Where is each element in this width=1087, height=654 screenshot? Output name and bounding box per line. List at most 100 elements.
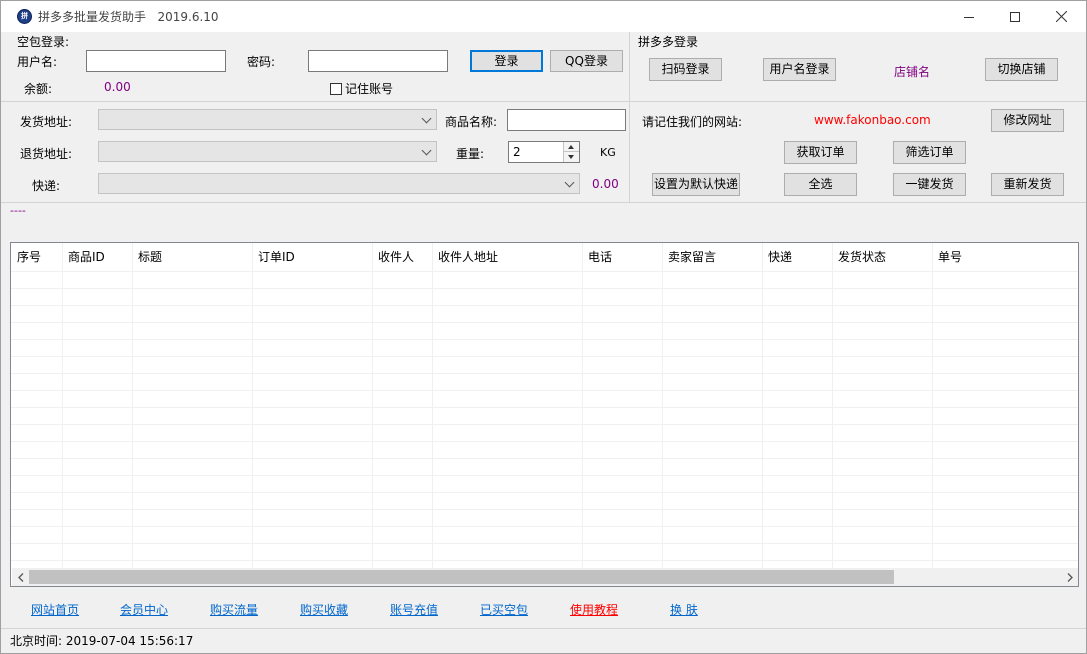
- column-divider: [832, 243, 833, 569]
- title-bar: 拼 拼多多批量发货助手 2019.6.10: [1, 1, 1086, 32]
- horizontal-scrollbar[interactable]: [12, 568, 1078, 586]
- minimize-button[interactable]: [946, 1, 992, 32]
- scroll-thumb[interactable]: [29, 570, 894, 584]
- qq-login-button[interactable]: QQ登录: [550, 50, 623, 72]
- column-divider: [662, 243, 663, 569]
- login-section-label: 空包登录:: [17, 35, 70, 49]
- column-divider: [372, 243, 373, 569]
- column-header-tracking-no[interactable]: 单号: [932, 243, 962, 271]
- column-divider: [932, 243, 933, 569]
- section-divider-vertical: [629, 32, 630, 202]
- username-input[interactable]: [86, 50, 226, 72]
- chevron-right-icon: [1067, 572, 1073, 582]
- row-divider: [11, 509, 1078, 510]
- weight-stepper[interactable]: 2: [508, 141, 580, 163]
- column-header-ship-status[interactable]: 发货状态: [832, 243, 886, 271]
- beijing-time: 北京时间: 2019-07-04 15:56:17: [10, 632, 193, 649]
- spin-up-button[interactable]: [564, 142, 579, 152]
- username-login-button[interactable]: 用户名登录: [763, 58, 836, 81]
- time-value: 2019-07-04 15:56:17: [65, 634, 194, 648]
- tutorial-link[interactable]: 使用教程: [570, 601, 618, 618]
- row-divider: [11, 322, 1078, 323]
- weight-label: 重量:: [456, 147, 485, 161]
- buy-traffic-link[interactable]: 购买流量: [210, 601, 258, 618]
- column-header-seller-note[interactable]: 卖家留言: [662, 243, 716, 271]
- triangle-down-icon: [568, 155, 574, 159]
- express-label: 快递:: [32, 179, 61, 193]
- return-address-select[interactable]: [98, 141, 437, 162]
- row-divider: [11, 373, 1078, 374]
- chevron-left-icon: [17, 572, 23, 582]
- modify-url-button[interactable]: 修改网址: [991, 109, 1064, 132]
- row-divider: [11, 407, 1078, 408]
- skin-link[interactable]: 换 肤: [670, 601, 698, 618]
- set-default-express-button[interactable]: 设置为默认快递: [652, 173, 740, 196]
- row-divider: [11, 543, 1078, 544]
- column-header-address[interactable]: 收件人地址: [432, 243, 498, 271]
- one-click-ship-button[interactable]: 一键发货: [893, 173, 966, 196]
- app-window: 拼 拼多多批量发货助手 2019.6.10 空包登录: 用户名: 密码: 登录 …: [0, 0, 1087, 654]
- home-link[interactable]: 网站首页: [31, 601, 79, 618]
- login-button[interactable]: 登录: [470, 50, 543, 72]
- row-divider: [11, 305, 1078, 306]
- status-bar: 北京时间: 2019-07-04 15:56:17: [1, 628, 1086, 653]
- scan-login-button[interactable]: 扫码登录: [649, 58, 722, 81]
- column-divider: [252, 243, 253, 569]
- return-address-label: 退货地址:: [20, 147, 73, 161]
- section-divider-horizontal: [1, 101, 1086, 102]
- row-divider: [11, 390, 1078, 391]
- password-input[interactable]: [308, 50, 448, 72]
- column-divider: [762, 243, 763, 569]
- filter-orders-button[interactable]: 筛选订单: [893, 141, 966, 164]
- row-divider: [11, 356, 1078, 357]
- column-divider: [62, 243, 63, 569]
- row-divider: [11, 424, 1078, 425]
- express-price: 0.00: [592, 177, 619, 191]
- chevron-down-icon: [564, 177, 575, 188]
- column-divider: [582, 243, 583, 569]
- row-divider: [11, 458, 1078, 459]
- maximize-button[interactable]: [992, 1, 1038, 32]
- weight-unit: KG: [600, 146, 616, 159]
- balance-value: 0.00: [104, 80, 131, 94]
- ship-address-label: 发货地址:: [20, 115, 73, 129]
- fetch-orders-button[interactable]: 获取订单: [784, 141, 857, 164]
- weight-spin-buttons: [563, 142, 579, 162]
- column-header-phone[interactable]: 电话: [582, 243, 612, 271]
- buy-favorites-link[interactable]: 购买收藏: [300, 601, 348, 618]
- column-header-title[interactable]: 标题: [132, 243, 162, 271]
- row-divider: [11, 526, 1078, 527]
- switch-shop-button[interactable]: 切换店铺: [985, 58, 1058, 81]
- app-logo-icon: 拼: [17, 9, 32, 24]
- column-header-recipient[interactable]: 收件人: [372, 243, 414, 271]
- close-button[interactable]: [1038, 1, 1084, 32]
- maximize-icon: [1010, 11, 1020, 22]
- column-divider: [132, 243, 133, 569]
- column-header-order-id[interactable]: 订单ID: [252, 243, 295, 271]
- member-center-link[interactable]: 会员中心: [120, 601, 168, 618]
- scroll-left-button[interactable]: [12, 568, 29, 586]
- remember-account-checkbox[interactable]: 记住账号: [330, 80, 393, 97]
- website-url[interactable]: www.fakonbao.com: [814, 113, 931, 127]
- bought-packages-link[interactable]: 已买空包: [480, 601, 528, 618]
- express-select[interactable]: [98, 173, 580, 194]
- column-header-product-id[interactable]: 商品ID: [62, 243, 105, 271]
- column-header-express[interactable]: 快递: [762, 243, 792, 271]
- checkbox-icon[interactable]: [330, 83, 342, 95]
- triangle-up-icon: [568, 145, 574, 149]
- window-version: 2019.6.10: [157, 10, 219, 24]
- scroll-right-button[interactable]: [1061, 568, 1078, 586]
- reship-button[interactable]: 重新发货: [991, 173, 1064, 196]
- recharge-link[interactable]: 账号充值: [390, 601, 438, 618]
- product-name-input[interactable]: [507, 109, 626, 131]
- log-divider: [1, 202, 1086, 203]
- weight-value[interactable]: 2: [513, 145, 521, 159]
- minimize-icon: [964, 16, 974, 18]
- column-header-index[interactable]: 序号: [11, 243, 41, 271]
- ship-address-select[interactable]: [98, 109, 437, 130]
- orders-table[interactable]: 序号 商品ID 标题 订单ID 收件人 收件人地址 电话 卖家留言 快递 发货状…: [10, 242, 1079, 587]
- select-all-button[interactable]: 全选: [784, 173, 857, 196]
- password-label: 密码:: [247, 55, 276, 69]
- spin-down-button[interactable]: [564, 152, 579, 162]
- close-icon: [1055, 11, 1067, 22]
